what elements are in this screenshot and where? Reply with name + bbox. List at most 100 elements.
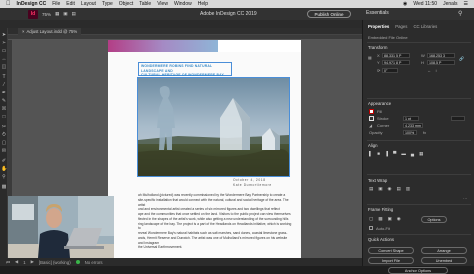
flip-vertical-icon[interactable]: ↕ [435,68,437,73]
hand-tool-icon[interactable]: ✋ [1,166,7,172]
width-input[interactable]: 168.253 3 [427,53,455,58]
page-number-field[interactable]: 1 [23,260,25,265]
stroke-swatch[interactable] [369,116,374,121]
tab-cc-libraries[interactable]: CC Libraries [413,24,437,31]
menu-window[interactable]: Window [174,1,192,7]
x-position-input[interactable]: 88.331 5 P [382,53,410,58]
content-collector-icon[interactable]: ◫ [1,64,7,70]
y-position-input[interactable]: 94.971 8 P [382,60,410,65]
rectangle-tool-icon[interactable]: □ [1,114,7,120]
no-wrap-icon[interactable]: ▤ [369,186,373,192]
menu-type[interactable]: Type [102,1,113,7]
autofit-checkbox[interactable] [369,226,373,230]
pen-tool-icon[interactable]: ✒ [1,90,7,96]
more-options-icon[interactable]: ⋯ [463,196,467,201]
user-name[interactable]: Jenals [443,1,457,7]
stroke-type-select[interactable] [451,116,465,121]
zoom-tool-icon[interactable]: ⚲ [1,174,7,180]
align-right-icon[interactable]: ▐ [385,151,388,157]
unembed-button[interactable]: Unembed [421,257,467,264]
arrange-button[interactable]: Arrange [421,247,467,254]
align-top-icon[interactable]: ▀ [393,151,396,157]
selection-tool-icon[interactable]: ➤ [1,32,7,38]
corner-options-icon[interactable]: ◢ [369,123,372,128]
photo-frame-selection[interactable] [137,77,290,177]
height-input[interactable]: 108.5 P [427,60,455,65]
wrap-bounding-box-icon[interactable]: ▣ [378,186,382,192]
apple-icon[interactable]:  [6,1,11,7]
header-gradient-stripe[interactable] [108,40,218,52]
align-left-icon[interactable]: ▌ [369,151,372,157]
preflight-errors[interactable]: No errors [85,260,103,265]
workspace-switcher[interactable]: Essentials [366,10,389,16]
align-to-selection-icon[interactable]: ▦ [419,151,423,157]
close-icon[interactable]: × [22,29,25,34]
corner-radius-input[interactable]: 4.233 mm [403,123,423,128]
scissors-tool-icon[interactable]: ✂ [1,124,7,130]
flip-horizontal-icon[interactable]: ↔ [427,68,431,73]
previous-page-icon[interactable]: ◀ [15,259,18,265]
next-page-icon[interactable]: ▶ [31,259,34,265]
menu-app-name[interactable]: InDesign CC [17,1,47,7]
preflight-profile[interactable]: [Basic] (working) [39,260,71,265]
pencil-tool-icon[interactable]: ✎ [1,98,7,104]
fill-stroke-swatch-icon[interactable]: ▩ [1,184,7,190]
constrain-proportions-icon[interactable]: 🔗 [459,56,464,61]
menu-view[interactable]: View [157,1,168,7]
menu-object[interactable]: Object [119,1,133,7]
gradient-tool-icon[interactable]: ▢ [1,140,7,146]
page-tool-icon[interactable]: ▭ [1,48,7,54]
menu-file[interactable]: File [52,1,60,7]
free-transform-tool-icon[interactable]: ⥁ [1,132,7,138]
menu-extras-icon[interactable]: ☰ [464,1,468,7]
convert-shape-button[interactable]: Convert Shape [368,247,414,254]
type-tool-icon[interactable]: T [1,74,7,80]
menu-help[interactable]: Help [198,1,208,7]
fit-frame-to-content-icon[interactable]: ▣ [388,216,392,222]
center-content-icon[interactable]: ◉ [397,216,401,222]
y-label: Y [377,60,380,65]
menu-table[interactable]: Table [139,1,151,7]
rotate-input[interactable]: 0° [382,68,398,73]
stroke-weight-input[interactable]: 1 pt [403,116,419,121]
effects-fx-icon[interactable]: fx [423,130,426,135]
view-options-icon[interactable]: ▦ [55,11,59,17]
publish-online-button[interactable]: Publish Online [307,10,351,18]
search-icon[interactable]: ⚲ [458,10,470,18]
body-text-frame[interactable]: ah Mulholland (pictured) was recently co… [138,193,293,250]
first-page-icon[interactable]: ⏮ [6,260,10,265]
gap-tool-icon[interactable]: ↔ [1,56,7,62]
zoom-level[interactable]: 75% [42,12,51,17]
align-bottom-icon[interactable]: ▄ [411,151,414,157]
wrap-object-shape-icon[interactable]: ◉ [388,186,392,192]
menu-layout[interactable]: Layout [81,1,96,7]
frame-fitting-options-button[interactable]: Options [421,216,447,223]
align-center-icon[interactable]: ■ [377,151,380,157]
note-tool-icon[interactable]: ✉ [1,148,7,154]
jump-object-icon[interactable]: ▤ [396,186,400,192]
direct-selection-tool-icon[interactable]: ➣ [1,40,7,46]
line-tool-icon[interactable]: ⁄ [1,82,7,88]
menu-edit[interactable]: Edit [66,1,75,7]
tab-pages[interactable]: Pages [395,24,407,31]
anchor-options-button[interactable]: Anchor Options [388,267,448,274]
tab-properties[interactable]: Properties [368,24,389,31]
document-tab[interactable]: × Adjust Layout.indd @ 75% [18,28,82,35]
opacity-input[interactable]: 100% [403,130,417,135]
wifi-icon[interactable]: ◉ [403,1,407,7]
eyedropper-tool-icon[interactable]: ✐ [1,158,7,164]
import-file-button[interactable]: Import File [368,257,414,264]
rectangle-frame-tool-icon[interactable]: ☒ [1,106,7,112]
arrange-documents-icon[interactable]: ▤ [72,11,76,17]
clock[interactable]: Wed 11:50 [413,1,437,7]
align-middle-icon[interactable]: ▬ [401,151,406,157]
screen-mode-icon[interactable]: ▣ [63,11,67,17]
fill-swatch[interactable] [369,109,374,114]
reference-point-icon[interactable]: ▦ [368,55,372,60]
tools-panel: ➤ ➣ ▭ ↔ ◫ T ⁄ ✒ ✎ ☒ □ ✂ ⥁ ▢ ✉ ✐ ✋ ⚲ ▩ [0,28,8,258]
fill-frame-proportionally-icon[interactable]: ▩ [378,216,382,222]
jump-to-next-column-icon[interactable]: ▥ [406,186,410,192]
document-page[interactable]: Wondermere Robins Find Natural Landscape… [108,40,301,258]
headline-text-frame[interactable]: Wondermere Robins Find Natural Landscape… [138,62,232,77]
fit-content-proportionally-icon[interactable]: ▢ [369,216,373,222]
